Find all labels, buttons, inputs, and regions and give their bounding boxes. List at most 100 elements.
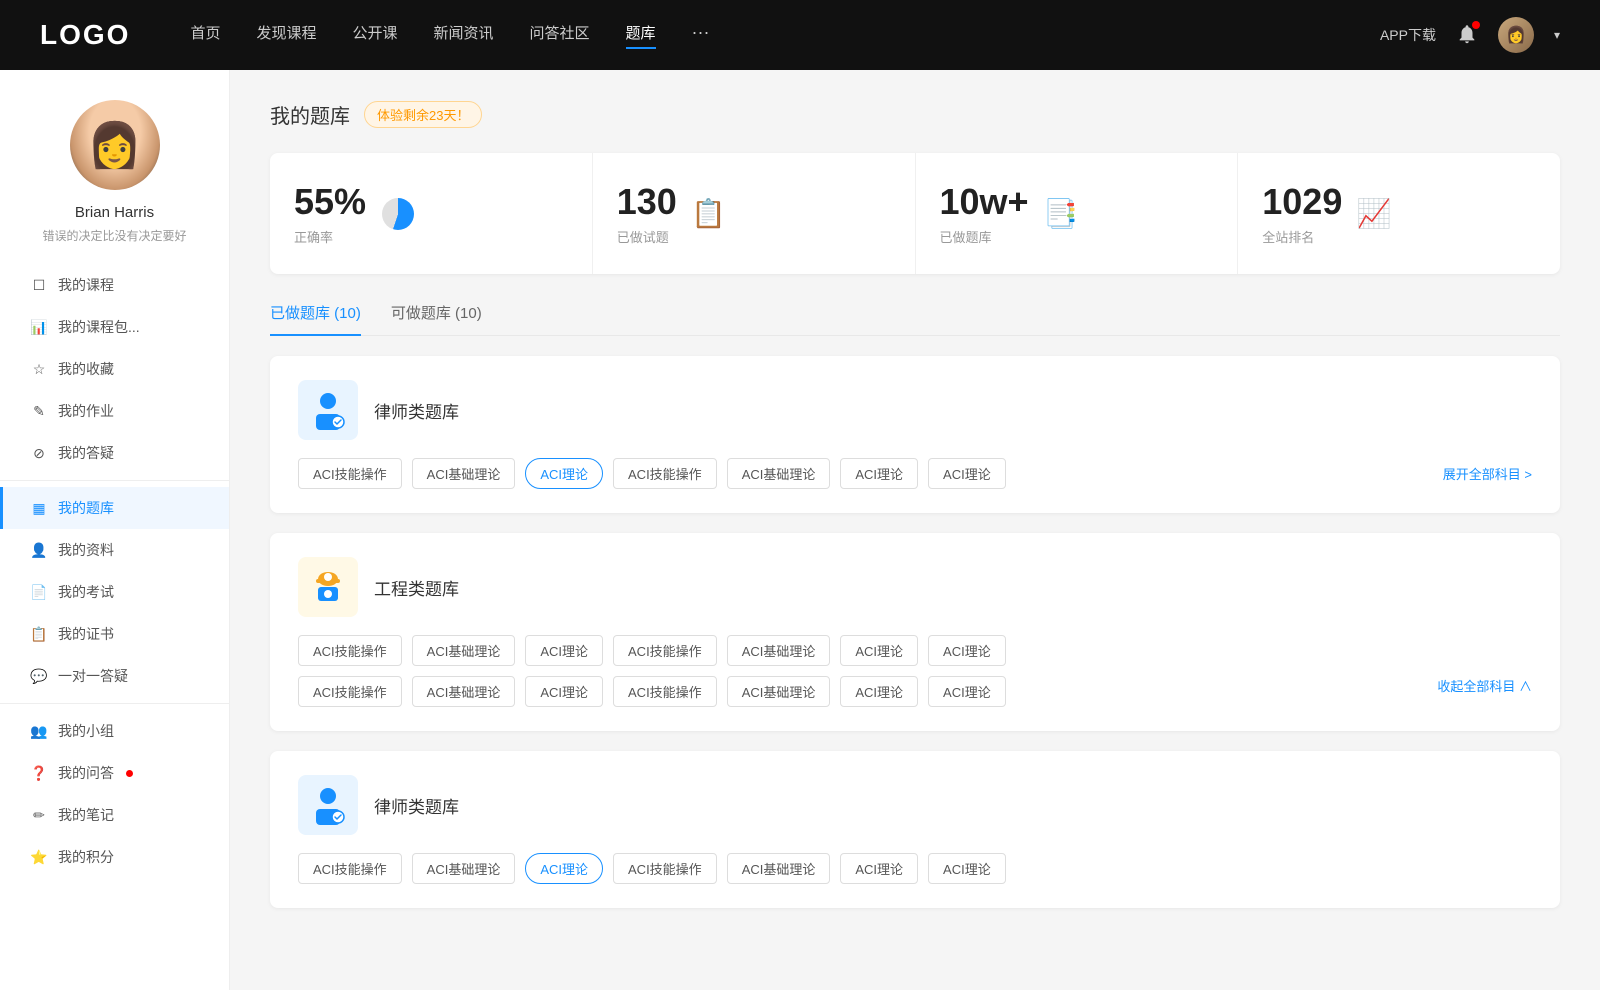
star-icon: ☆: [30, 360, 48, 378]
stat-rank-number: 1029: [1262, 181, 1342, 223]
tag-aci-theory1[interactable]: ACI理论: [525, 458, 603, 489]
stat-done-questions: 130 已做试题 📋: [593, 153, 916, 274]
tag-eng2-skill2[interactable]: ACI技能操作: [613, 676, 717, 707]
sidebar-item-label: 我的小组: [58, 721, 114, 741]
engineer-tags-row2: ACI技能操作 ACI基础理论 ACI理论 ACI技能操作 ACI基础理论 AC…: [298, 676, 1532, 707]
tag-aci-skill1[interactable]: ACI技能操作: [298, 458, 402, 489]
tag-eng2-skill1[interactable]: ACI技能操作: [298, 676, 402, 707]
tag-eng-skill2[interactable]: ACI技能操作: [613, 635, 717, 666]
sidebar-item-notes[interactable]: ✏ 我的笔记: [0, 794, 229, 836]
sidebar-item-homework[interactable]: ✎ 我的作业: [0, 390, 229, 432]
sidebar-avatar: 👩: [70, 100, 160, 190]
tag-aci-basic1[interactable]: ACI基础理论: [412, 458, 516, 489]
sidebar-item-tutor[interactable]: 💬 一对一答疑: [0, 655, 229, 697]
engineer-tags-row1: ACI技能操作 ACI基础理论 ACI理论 ACI技能操作 ACI基础理论 AC…: [298, 635, 1532, 666]
nav-link-bank[interactable]: 题库: [626, 22, 656, 49]
doc-icon: 📄: [30, 583, 48, 601]
bank-card-engineer-title: 工程类题库: [374, 575, 459, 600]
nav-avatar[interactable]: 👩: [1498, 17, 1534, 53]
bank-card-lawyer2: 律师类题库 ACI技能操作 ACI基础理论 ACI理论 ACI技能操作 ACI基…: [270, 751, 1560, 908]
bank-card-lawyer2-header: 律师类题库: [298, 775, 1532, 835]
nav-link-home[interactable]: 首页: [190, 22, 220, 49]
tag-aci-skill2[interactable]: ACI技能操作: [613, 458, 717, 489]
tag-eng-theory1[interactable]: ACI理论: [525, 635, 603, 666]
sidebar-item-points[interactable]: ⭐ 我的积分: [0, 836, 229, 878]
tag-law2-basic1[interactable]: ACI基础理论: [412, 853, 516, 884]
nav-link-news[interactable]: 新闻资讯: [434, 22, 494, 49]
sidebar-item-profile[interactable]: 👤 我的资料: [0, 529, 229, 571]
tag-eng2-theory2[interactable]: ACI理论: [840, 676, 918, 707]
stat-done-questions-label: 已做试题: [617, 227, 677, 246]
stat-accuracy-label: 正确率: [294, 227, 366, 246]
tag-law2-theory3[interactable]: ACI理论: [928, 853, 1006, 884]
tag-aci-theory2[interactable]: ACI理论: [840, 458, 918, 489]
sidebar-item-group[interactable]: 👥 我的小组: [0, 710, 229, 752]
nav-more[interactable]: ···: [692, 22, 710, 49]
tag-eng2-theory1[interactable]: ACI理论: [525, 676, 603, 707]
tag-eng2-theory3[interactable]: ACI理论: [928, 676, 1006, 707]
rank-icon-symbol: 📈: [1357, 197, 1392, 230]
tag-eng-skill1[interactable]: ACI技能操作: [298, 635, 402, 666]
nav-app-download[interactable]: APP下载: [1380, 25, 1436, 45]
bank-card-lawyer1-title: 律师类题库: [374, 398, 459, 423]
collapse-link-engineer[interactable]: 收起全部科目 ∧: [1437, 676, 1532, 707]
sidebar-item-label: 一对一答疑: [58, 666, 128, 686]
cert-icon: 📋: [30, 625, 48, 643]
tab-done-banks[interactable]: 已做题库 (10): [270, 302, 361, 335]
note-icon: ✏: [30, 806, 48, 824]
sidebar-item-label: 我的考试: [58, 582, 114, 602]
nav-right: APP下载 👩 ▾: [1380, 17, 1560, 53]
bank-card-lawyer1: 律师类题库 ACI技能操作 ACI基础理论 ACI理论 ACI技能操作 ACI基…: [270, 356, 1560, 513]
sidebar-item-cert[interactable]: 📋 我的证书: [0, 613, 229, 655]
tag-eng2-basic2[interactable]: ACI基础理论: [727, 676, 831, 707]
tag-law2-skill2[interactable]: ACI技能操作: [613, 853, 717, 884]
stat-done-banks: 10w+ 已做题库 📑: [916, 153, 1239, 274]
tag-law2-skill1[interactable]: ACI技能操作: [298, 853, 402, 884]
bank-card-engineer-tags: ACI技能操作 ACI基础理论 ACI理论 ACI技能操作 ACI基础理论 AC…: [298, 635, 1532, 707]
sidebar-item-label: 我的笔记: [58, 805, 114, 825]
question-bank-icon: 📑: [1043, 196, 1079, 232]
tag-law2-theory1[interactable]: ACI理论: [525, 853, 603, 884]
stat-done-banks-number: 10w+: [940, 181, 1029, 223]
list-icon: 📋: [691, 196, 727, 232]
nav-logo[interactable]: LOGO: [40, 19, 130, 51]
tabs-row: 已做题库 (10) 可做题库 (10): [270, 302, 1560, 336]
tag-aci-theory3[interactable]: ACI理论: [928, 458, 1006, 489]
trial-badge: 体验剩余23天！: [364, 101, 482, 128]
tag-eng2-basic1[interactable]: ACI基础理论: [412, 676, 516, 707]
stat-accuracy-number: 55%: [294, 181, 366, 223]
sidebar-item-label: 我的问答: [58, 763, 114, 783]
list-icon-symbol: 📋: [691, 197, 726, 230]
nav-dropdown-arrow[interactable]: ▾: [1554, 28, 1560, 42]
sidebar-item-course[interactable]: ☐ 我的课程: [0, 264, 229, 306]
bank-card-engineer-header: 工程类题库: [298, 557, 1532, 617]
nav-bell[interactable]: [1456, 23, 1478, 48]
expand-link-lawyer1[interactable]: 展开全部科目 >: [1443, 464, 1532, 483]
page-wrapper: 👩 Brian Harris 错误的决定比没有决定要好 ☐ 我的课程 📊 我的课…: [0, 70, 1600, 990]
tag-law2-theory2[interactable]: ACI理论: [840, 853, 918, 884]
tab-available-banks[interactable]: 可做题库 (10): [391, 302, 482, 335]
tag-eng-theory2[interactable]: ACI理论: [840, 635, 918, 666]
sidebar-item-bank[interactable]: ▦ 我的题库: [0, 487, 229, 529]
tag-aci-basic2[interactable]: ACI基础理论: [727, 458, 831, 489]
nav-link-open[interactable]: 公开课: [352, 22, 397, 49]
nav-link-discover[interactable]: 发现课程: [256, 22, 316, 49]
nav-link-qa[interactable]: 问答社区: [530, 22, 590, 49]
sidebar-item-favorites[interactable]: ☆ 我的收藏: [0, 348, 229, 390]
tag-eng-basic1[interactable]: ACI基础理论: [412, 635, 516, 666]
sidebar-item-exam[interactable]: 📄 我的考试: [0, 571, 229, 613]
sidebar-item-myqa[interactable]: ❓ 我的问答: [0, 752, 229, 794]
sidebar-item-qa[interactable]: ⊘ 我的答疑: [0, 432, 229, 474]
sidebar-item-label: 我的题库: [58, 498, 114, 518]
tag-law2-basic2[interactable]: ACI基础理论: [727, 853, 831, 884]
stat-accuracy: 55% 正确率: [270, 153, 593, 274]
page-title: 我的题库: [270, 100, 350, 129]
bank-card-lawyer2-title: 律师类题库: [374, 793, 459, 818]
lawyer-icon-wrap: [298, 380, 358, 440]
tag-eng-theory3[interactable]: ACI理论: [928, 635, 1006, 666]
edit-icon: ✎: [30, 402, 48, 420]
tag-eng-basic2[interactable]: ACI基础理论: [727, 635, 831, 666]
engineer-icon: [306, 565, 350, 609]
sidebar-item-coursepack[interactable]: 📊 我的课程包...: [0, 306, 229, 348]
bank-card-lawyer2-tags: ACI技能操作 ACI基础理论 ACI理论 ACI技能操作 ACI基础理论 AC…: [298, 853, 1532, 884]
